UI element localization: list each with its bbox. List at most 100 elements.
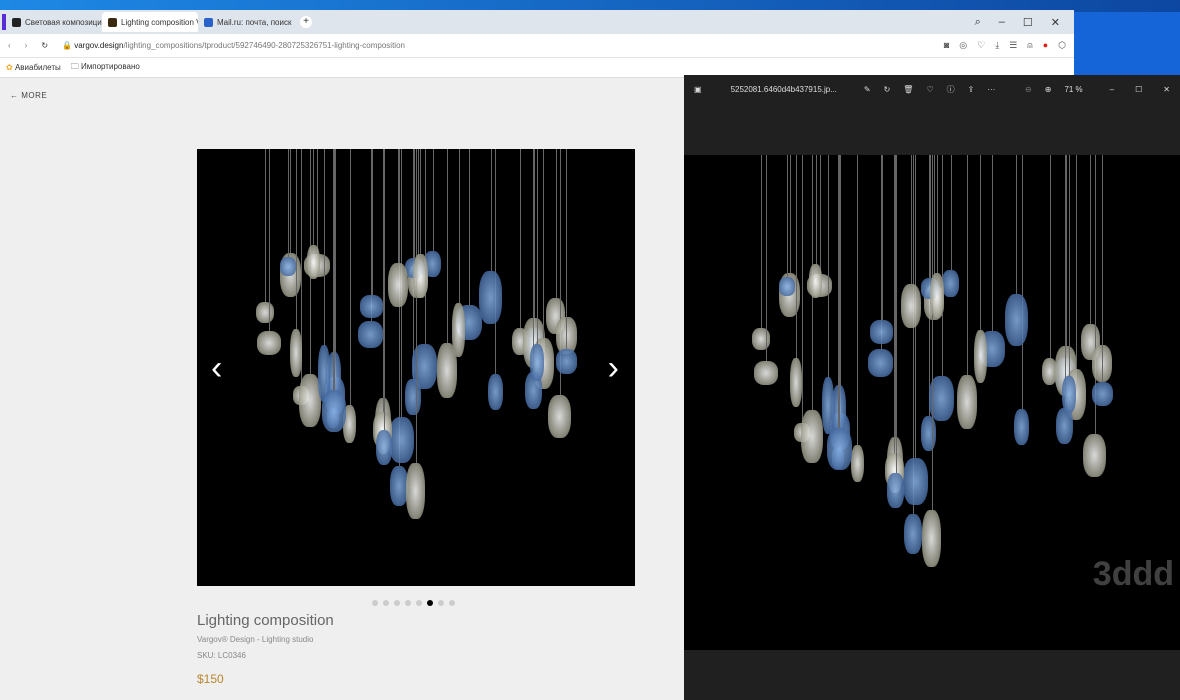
minimize-button[interactable]: – — [999, 16, 1005, 29]
bookmark-imported[interactable]: 🗀 Импортировано — [71, 61, 140, 75]
pendant-glass — [479, 271, 502, 324]
pendant-cord — [941, 155, 943, 377]
cube-icon[interactable]: ⬡ — [1058, 40, 1066, 51]
pendant-cord — [1068, 155, 1070, 376]
new-tab-button[interactable]: + — [300, 16, 312, 28]
slider-dots — [372, 600, 455, 606]
pendant-glass — [1056, 407, 1074, 445]
pendant-glass — [1014, 409, 1030, 446]
heart-icon[interactable]: ♡ — [977, 40, 985, 51]
pendant-cord — [789, 155, 791, 274]
slide-dot[interactable] — [405, 600, 411, 606]
shield-icon[interactable]: ◎ — [959, 40, 967, 51]
slide-dot[interactable] — [449, 600, 455, 606]
gallery-icon[interactable]: ▣ — [694, 85, 702, 94]
settings-icon[interactable]: ☰ — [1009, 40, 1017, 51]
tab-3[interactable]: Mail.ru: почта, поиск в интернете — [198, 12, 294, 32]
pendant-glass — [1083, 433, 1106, 478]
profile-icon[interactable]: ⍝ — [1027, 40, 1032, 51]
pendant-cord — [765, 155, 767, 362]
pendant-cord — [313, 149, 315, 246]
pendant-cord — [991, 155, 993, 332]
viewer-close-button[interactable]: ✕ — [1163, 85, 1170, 94]
search-tabs-icon[interactable]: ⌕ — [975, 16, 981, 29]
pendant-cord — [1066, 155, 1067, 347]
zoom-out-icon[interactable]: ⊖ — [1025, 85, 1032, 94]
pendant-cord — [420, 149, 422, 254]
url-field[interactable]: 🔒 vargov.design/lighting_compositions/tp… — [62, 41, 405, 50]
back-more-link[interactable]: ← MORE — [10, 91, 47, 100]
pendant-cord — [819, 155, 821, 275]
pendant-glass — [388, 416, 414, 464]
reload-icon[interactable]: ↻ — [41, 41, 48, 50]
pendant-cord — [490, 149, 492, 272]
pendant-cord — [931, 155, 933, 511]
pendant-glass — [387, 262, 408, 307]
slide-dot[interactable] — [427, 600, 433, 606]
close-button[interactable]: ✕ — [1051, 16, 1060, 29]
edit-icon[interactable]: ✎ — [864, 85, 871, 94]
pendant-cord — [519, 149, 521, 328]
pendant-cord — [543, 149, 545, 339]
pendant-cord — [417, 149, 419, 264]
rotate-icon[interactable]: ↻ — [884, 85, 891, 94]
pendant-cord — [288, 149, 290, 257]
back-icon[interactable]: ‹ — [8, 41, 11, 50]
pendant-cord — [349, 149, 351, 405]
pendant-glass — [973, 329, 987, 383]
pendant-cord — [290, 149, 292, 254]
extension-icon[interactable]: ● — [1043, 40, 1048, 51]
tab-favicon-icon — [108, 17, 117, 27]
pendant-glass — [850, 444, 864, 483]
viewer-maximize-button[interactable]: ☐ — [1135, 85, 1142, 94]
pendant-glass — [942, 270, 960, 297]
address-bar: ‹ › ↻ 🔒 vargov.design/lighting_compositi… — [0, 34, 1074, 58]
bookmark-aviatickets[interactable]: ✿ Авиабилеты — [6, 63, 61, 72]
tab-1[interactable]: Световая композиция Vargov — [6, 12, 102, 32]
share-icon[interactable]: ⇪ — [968, 85, 975, 94]
maximize-button[interactable]: ☐ — [1023, 16, 1033, 29]
pendant-cord — [966, 155, 968, 376]
pendant-glass — [929, 273, 945, 318]
slide-dot[interactable] — [438, 600, 444, 606]
pendant-cord — [533, 149, 535, 373]
pendant-cord — [536, 149, 538, 345]
camera-icon[interactable]: ◙ — [944, 40, 949, 51]
pendant-glass — [903, 513, 922, 554]
pendant-cord — [839, 155, 841, 428]
slide-dot[interactable] — [394, 600, 400, 606]
pendant-cord — [555, 149, 557, 299]
tab-2[interactable]: Lighting composition Vargov — [102, 12, 198, 32]
pendant-cord — [446, 149, 448, 344]
pendant-cord — [264, 149, 266, 302]
pendant-cord — [566, 149, 568, 350]
info-icon[interactable]: ⓘ — [947, 84, 955, 95]
download-icon[interactable]: ⤓ — [995, 40, 999, 51]
pendant-glass — [413, 253, 428, 298]
pendant-glass — [870, 320, 894, 344]
prev-arrow-icon[interactable]: ‹ — [211, 349, 222, 388]
slide-dot[interactable] — [372, 600, 378, 606]
favorite-icon[interactable]: ♡ — [926, 85, 933, 94]
zoom-level: 71 % — [1064, 84, 1083, 94]
viewer-image: 3ddd — [684, 155, 1180, 650]
more-icon[interactable]: ··· — [987, 85, 995, 94]
pendant-glass — [887, 473, 905, 509]
pendant-glass — [790, 358, 803, 407]
slide-dot[interactable] — [383, 600, 389, 606]
next-arrow-icon[interactable]: › — [608, 349, 619, 388]
pendant-cord — [827, 155, 829, 378]
viewer-minimize-button[interactable]: – — [1110, 85, 1114, 94]
pendant-cord — [1021, 155, 1023, 410]
pendant-glass — [901, 283, 922, 328]
product-title: Lighting composition — [197, 612, 334, 629]
zoom-in-icon[interactable]: ⊕ — [1045, 85, 1052, 94]
forward-icon[interactable]: › — [25, 41, 28, 50]
delete-icon[interactable]: 🗑 — [903, 85, 913, 94]
slide-dot[interactable] — [416, 600, 422, 606]
pendant-glass — [920, 415, 937, 452]
pendant-glass — [1061, 375, 1076, 414]
pendant-glass — [753, 361, 778, 385]
pendant-cord — [424, 149, 426, 345]
product-image: ‹ › — [197, 149, 635, 586]
